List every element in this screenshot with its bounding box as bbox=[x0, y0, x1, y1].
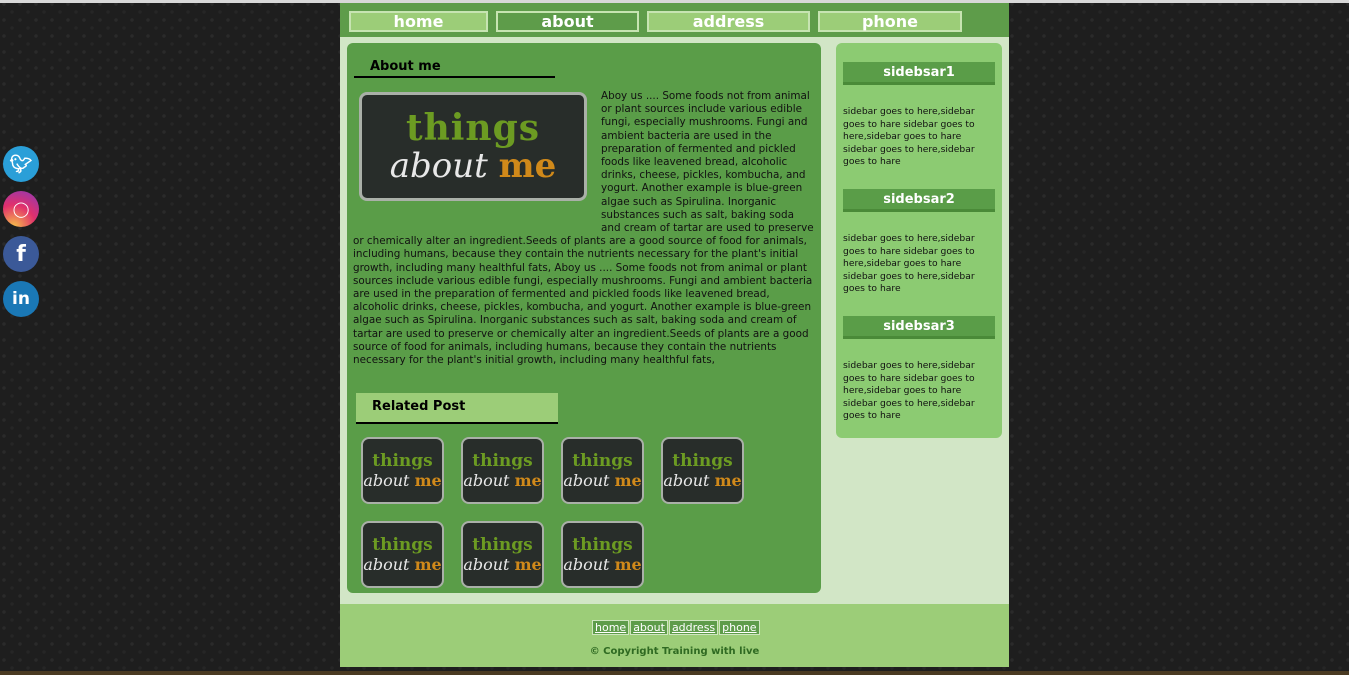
footer-link-home[interactable]: home bbox=[592, 620, 630, 635]
thumb-text-things: things bbox=[572, 450, 633, 471]
nav-phone[interactable]: phone bbox=[818, 11, 962, 32]
thumb-text-things: things bbox=[572, 534, 633, 555]
image-text-about: about bbox=[389, 145, 488, 186]
thumb-text-about: about bbox=[563, 470, 610, 490]
thumb-text-about-me: about me bbox=[563, 471, 641, 490]
sidebar-title-1: sidebsar1 bbox=[843, 62, 995, 85]
image-text-things: things bbox=[405, 106, 541, 149]
thumb-text-about: about bbox=[363, 554, 410, 574]
thumb-text-me: me bbox=[414, 554, 442, 574]
image-text-about-me: about me bbox=[390, 147, 557, 185]
related-post-thumb[interactable]: things about me bbox=[461, 521, 544, 588]
top-nav: home about address phone bbox=[340, 3, 1009, 37]
sidebar-text-3: sidebar goes to here,sidebar goes to har… bbox=[843, 360, 975, 422]
thumb-text-about: about bbox=[563, 554, 610, 574]
copyright-text: © Copyright Training with live bbox=[589, 646, 760, 657]
thumb-text-about: about bbox=[463, 554, 510, 574]
main-content: About me Aboy us .... Some foods not fro… bbox=[347, 43, 821, 593]
thumb-text-me: me bbox=[614, 554, 642, 574]
thumb-text-things: things bbox=[472, 450, 533, 471]
thumb-text-about-me: about me bbox=[663, 471, 741, 490]
thumb-text-about-me: about me bbox=[463, 471, 541, 490]
thumb-text-things: things bbox=[472, 534, 533, 555]
related-post-thumb[interactable]: things about me bbox=[661, 437, 744, 504]
footer: home about address phone © Copyright Tra… bbox=[340, 604, 1009, 667]
sidebar-title-2: sidebsar2 bbox=[843, 189, 995, 212]
about-heading: About me bbox=[354, 57, 555, 78]
thumb-text-about: about bbox=[663, 470, 710, 490]
sidebar-text-2: sidebar goes to here,sidebar goes to har… bbox=[843, 233, 975, 295]
thumb-text-about: about bbox=[463, 470, 510, 490]
social-bar: 🐦︎ ◯ f in bbox=[3, 146, 41, 326]
thumb-text-about-me: about me bbox=[463, 555, 541, 574]
about-me-image: things about me bbox=[359, 92, 587, 201]
related-post-thumb[interactable]: things about me bbox=[561, 437, 644, 504]
related-post-thumb[interactable]: things about me bbox=[361, 437, 444, 504]
sidebar-text-1: sidebar goes to here,sidebar goes to har… bbox=[843, 106, 975, 168]
related-post-thumb[interactable]: things about me bbox=[561, 521, 644, 588]
thumb-text-me: me bbox=[714, 470, 742, 490]
linkedin-icon[interactable]: in bbox=[3, 281, 39, 317]
footer-link-about[interactable]: about bbox=[630, 620, 668, 635]
footer-links: home about address phone bbox=[592, 620, 761, 635]
thumb-text-about-me: about me bbox=[363, 555, 441, 574]
thumb-text-about-me: about me bbox=[563, 555, 641, 574]
sidebar: sidebsar1 sidebar goes to here,sidebar g… bbox=[836, 43, 1002, 438]
sidebar-title-3: sidebsar3 bbox=[843, 316, 995, 339]
instagram-icon[interactable]: ◯ bbox=[3, 191, 39, 227]
related-post-heading: Related Post bbox=[356, 393, 558, 424]
related-post-thumb[interactable]: things about me bbox=[461, 437, 544, 504]
thumb-text-things: things bbox=[372, 450, 433, 471]
facebook-icon[interactable]: f bbox=[3, 236, 39, 272]
thumb-text-things: things bbox=[372, 534, 433, 555]
thumb-text-me: me bbox=[414, 470, 442, 490]
thumb-text-about: about bbox=[363, 470, 410, 490]
thumb-text-things: things bbox=[672, 450, 733, 471]
nav-address[interactable]: address bbox=[647, 11, 810, 32]
twitter-icon[interactable]: 🐦︎ bbox=[3, 146, 39, 182]
footer-link-phone[interactable]: phone bbox=[719, 620, 760, 635]
page-container: home about address phone About me Aboy u… bbox=[340, 3, 1009, 667]
thumb-text-me: me bbox=[514, 470, 542, 490]
image-text-me: me bbox=[498, 145, 557, 186]
thumb-text-me: me bbox=[614, 470, 642, 490]
thumb-text-about-me: about me bbox=[363, 471, 441, 490]
footer-link-address[interactable]: address bbox=[668, 620, 719, 635]
thumb-text-me: me bbox=[514, 554, 542, 574]
related-post-thumb[interactable]: things about me bbox=[361, 521, 444, 588]
bottom-border bbox=[0, 671, 1349, 675]
nav-about[interactable]: about bbox=[496, 11, 639, 32]
nav-home[interactable]: home bbox=[349, 11, 488, 32]
